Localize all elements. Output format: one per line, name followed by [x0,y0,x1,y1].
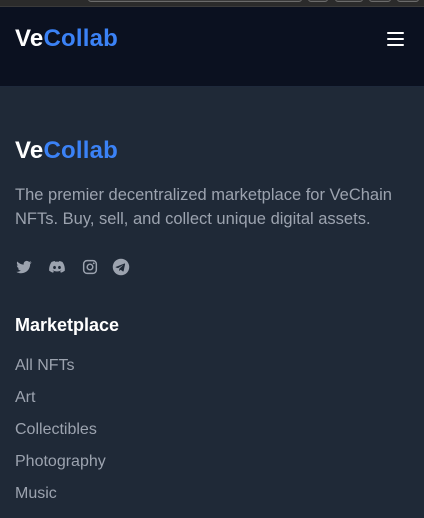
marketplace-heading: Marketplace [15,315,120,335]
browser-button[interactable] [369,0,391,2]
logo-collab-text: Collab [43,25,118,52]
footer-logo[interactable]: VeCollab [15,137,118,165]
footer-link-collectibles[interactable]: Collectibles [15,421,97,439]
logo-ve-text: Ve [15,25,44,52]
footer-link-music[interactable]: Music [15,485,57,503]
twitter-icon[interactable] [15,258,33,276]
logo-collab-text: Collab [43,137,118,164]
hamburger-menu-button[interactable] [384,28,408,50]
footer-link-all-nfts[interactable]: All NFTs [15,357,75,375]
logo-ve-text: Ve [15,137,44,164]
telegram-icon[interactable] [112,258,130,276]
instagram-icon[interactable] [82,259,98,275]
footer-link-art[interactable]: Art [15,389,35,407]
site-header: VeCollab [0,7,424,87]
discord-icon[interactable] [47,258,67,276]
address-bar[interactable] [88,0,302,2]
browser-button[interactable] [308,0,328,2]
site-footer: VeCollab The premier decentralized marke… [0,87,424,518]
browser-button[interactable] [397,0,419,2]
menu-icon-line [387,38,404,40]
browser-chrome-strip [0,0,424,7]
menu-icon-line [387,44,404,46]
footer-link-photography[interactable]: Photography [15,453,106,471]
footer-description: The premier decentralized marketplace fo… [15,186,392,228]
browser-button[interactable] [335,0,363,2]
header-logo[interactable]: VeCollab [15,25,118,53]
menu-icon-line [387,32,404,34]
